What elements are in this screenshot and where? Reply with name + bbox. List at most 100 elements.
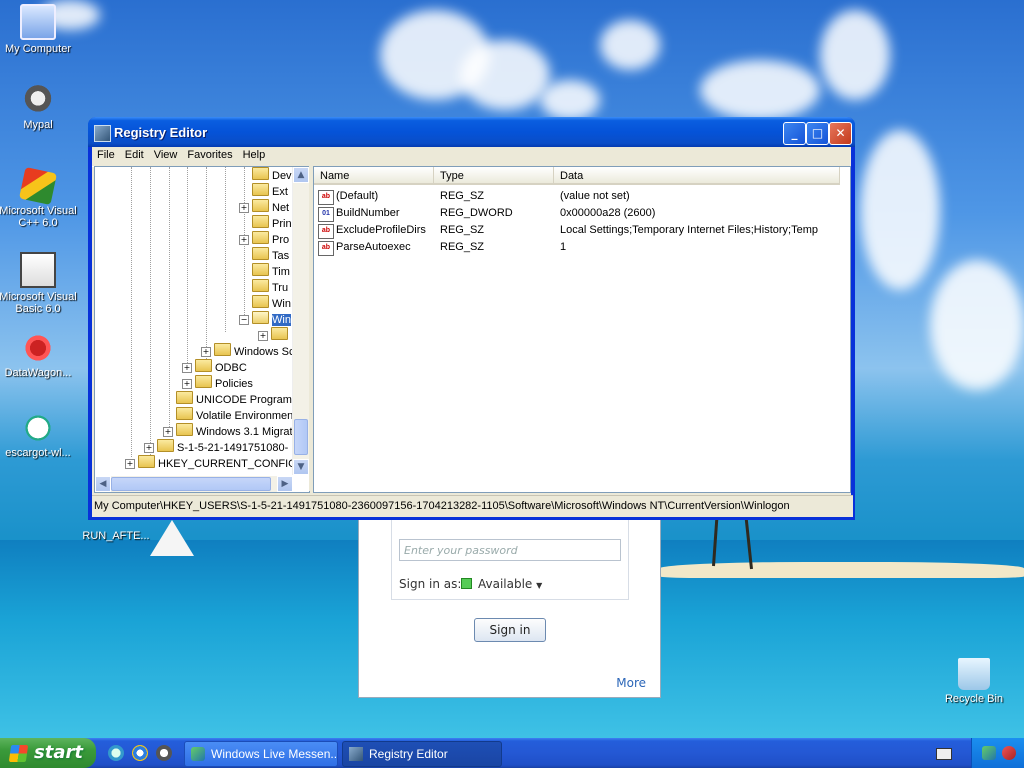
expand-icon[interactable]: + [258, 331, 268, 341]
menu-view[interactable]: View [149, 147, 183, 161]
folder-icon [252, 167, 269, 180]
tree-node[interactable]: Pro [252, 231, 289, 247]
taskbar: start Windows Live Messen... Registry Ed… [0, 738, 1024, 768]
folder-icon [176, 391, 193, 404]
expand-icon[interactable]: + [144, 443, 154, 453]
value-data: 0x00000a28 (2600) [560, 207, 656, 219]
tree-node-selected[interactable]: Win [252, 311, 291, 327]
tree-node[interactable]: Prin [252, 215, 292, 231]
value-row[interactable]: ab ExcludeProfileDirs REG_SZ Local Setti… [314, 222, 850, 239]
tree-node[interactable]: ODBC [195, 359, 247, 375]
more-link[interactable]: More [616, 676, 646, 690]
messenger-icon [191, 747, 205, 761]
messenger-window: Enter your password Sign in as: Availabl… [358, 500, 661, 698]
expand-icon[interactable]: + [182, 363, 192, 373]
tree-node[interactable]: Win [252, 295, 291, 311]
menu-edit[interactable]: Edit [120, 147, 149, 161]
scroll-thumb[interactable] [111, 477, 271, 491]
value-row[interactable]: ab (Default) REG_SZ (value not set) [314, 188, 850, 205]
tree-node[interactable]: Tas [252, 247, 289, 263]
desktop-icon-visual-basic[interactable]: Microsoft Visual Basic 6.0 [0, 252, 78, 315]
tree-node[interactable] [271, 327, 291, 343]
folder-icon [138, 455, 155, 468]
internet-explorer-icon[interactable] [132, 745, 148, 761]
desktop-icon-recycle-bin[interactable]: Recycle Bin [934, 658, 1014, 705]
folder-icon [195, 375, 212, 388]
desktop-icon-run-after[interactable]: RUN_AFTE... [76, 530, 156, 542]
status-dropdown[interactable]: Available ▼ [461, 577, 542, 591]
title-bar[interactable]: Registry Editor _ □ ✕ [88, 117, 855, 147]
column-header-type[interactable]: Type [434, 167, 554, 185]
registry-tree-pane[interactable]: Dev Ext + Net Prin + Pro Tas Tim Tru Win… [94, 166, 310, 493]
desktop-icon-escargot[interactable]: escargot-wl... [0, 412, 78, 459]
desktop-icon-datawagon[interactable]: DataWagon... [0, 332, 78, 379]
folder-icon [214, 343, 231, 356]
menu-favorites[interactable]: Favorites [182, 147, 237, 161]
desktop-icon-my-computer[interactable]: My Computer [0, 4, 78, 55]
value-name: ParseAutoexec [336, 241, 411, 253]
tree-node[interactable]: Ext [252, 183, 288, 199]
visual-basic-icon [20, 252, 56, 288]
value-type: REG_SZ [440, 190, 485, 202]
menu-help[interactable]: Help [238, 147, 271, 161]
value-row[interactable]: ab ParseAutoexec REG_SZ 1 [314, 239, 850, 256]
tree-node[interactable]: HKEY_CURRENT_CONFIG [138, 455, 297, 471]
tree-node[interactable]: Dev [252, 167, 292, 183]
security-alert-icon[interactable] [1002, 746, 1016, 760]
visual-cpp-icon [19, 167, 57, 205]
tree-node[interactable]: S-1-5-21-1491751080- [157, 439, 288, 455]
recycle-bin-icon [958, 658, 990, 690]
scroll-up-icon[interactable]: ▲ [293, 167, 309, 183]
desktop-icon-mypal[interactable]: Mypal [0, 84, 78, 131]
regedit-app-icon [94, 125, 111, 142]
tree-horizontal-scrollbar[interactable]: ◀ ▶ [95, 476, 293, 492]
password-field[interactable]: Enter your password [399, 539, 621, 561]
column-header-name[interactable]: Name [314, 167, 434, 185]
tree-node[interactable]: Tru [252, 279, 288, 295]
scroll-down-icon[interactable]: ▼ [293, 459, 309, 475]
scroll-right-icon[interactable]: ▶ [277, 476, 293, 492]
network-icon[interactable] [982, 746, 996, 760]
values-list-pane[interactable]: Name Type Data ab (Default) REG_SZ (valu… [313, 166, 851, 493]
start-button[interactable]: start [0, 738, 96, 768]
scroll-left-icon[interactable]: ◀ [95, 476, 111, 492]
desktop-icon-label: Microsoft Visual C++ 6.0 [0, 205, 77, 229]
tree-node[interactable]: Policies [195, 375, 253, 391]
tree-vertical-scrollbar[interactable]: ▲ ▼ [292, 167, 309, 475]
desktop-icon-visual-cpp[interactable]: Microsoft Visual C++ 6.0 [0, 167, 78, 229]
value-name: (Default) [336, 190, 379, 202]
value-row[interactable]: 01 BuildNumber REG_DWORD 0x00000a28 (260… [314, 205, 850, 222]
media-player-icon[interactable] [156, 745, 172, 761]
taskbar-button-messenger[interactable]: Windows Live Messen... [184, 741, 338, 767]
expand-icon[interactable]: + [239, 203, 249, 213]
tree-node[interactable]: UNICODE Program [176, 391, 292, 407]
expand-icon[interactable]: + [239, 235, 249, 245]
expand-icon[interactable]: + [125, 459, 135, 469]
tree-node[interactable]: Windows Sc [214, 343, 295, 359]
minimize-button[interactable]: _ [783, 122, 806, 145]
desktop-icon-label: DataWagon... [4, 367, 72, 379]
folder-icon [176, 423, 193, 436]
expand-icon[interactable]: + [163, 427, 173, 437]
sign-in-button[interactable]: Sign in [474, 618, 546, 642]
menu-file[interactable]: File [92, 147, 120, 161]
collapse-icon[interactable]: − [239, 315, 249, 325]
tree-node[interactable]: Net [252, 199, 289, 215]
value-name: ExcludeProfileDirs [336, 224, 426, 236]
expand-icon[interactable]: + [182, 379, 192, 389]
open-folder-icon [252, 311, 269, 324]
expand-icon[interactable]: + [201, 347, 211, 357]
maximize-button[interactable]: □ [806, 122, 829, 145]
tree-node[interactable]: Windows 3.1 Migrat [176, 423, 293, 439]
scroll-thumb[interactable] [294, 419, 308, 455]
tree-node[interactable]: Volatile Environmen [176, 407, 293, 423]
keyboard-icon[interactable] [936, 748, 952, 760]
close-button[interactable]: ✕ [829, 122, 852, 145]
string-value-icon: ab [318, 241, 334, 256]
column-header-data[interactable]: Data [554, 167, 840, 185]
show-desktop-icon[interactable] [108, 745, 124, 761]
taskbar-button-registry-editor[interactable]: Registry Editor [342, 741, 502, 767]
tree-node[interactable]: Tim [252, 263, 290, 279]
chevron-down-icon: ▼ [536, 581, 543, 590]
mypal-icon [22, 84, 54, 116]
